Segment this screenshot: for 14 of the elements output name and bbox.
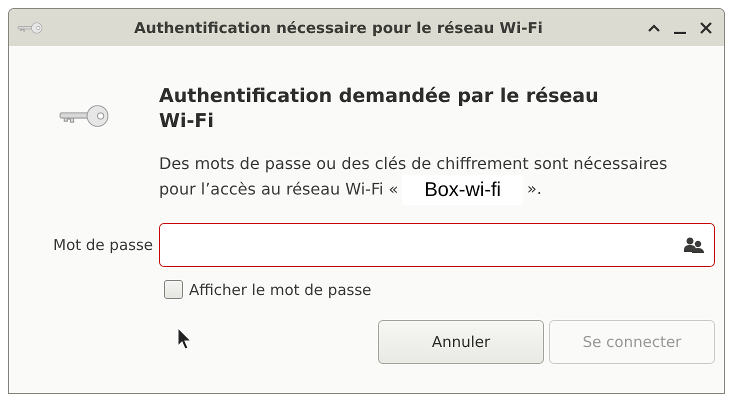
password-label: Mot de passe xyxy=(53,236,153,254)
cancel-button[interactable]: Annuler xyxy=(378,320,544,364)
show-password-label: Afficher le mot de passe xyxy=(189,280,372,298)
key-icon xyxy=(58,104,110,128)
show-password-checkbox[interactable] xyxy=(164,280,183,299)
password-field[interactable] xyxy=(159,223,715,267)
dialog-heading: Authentification demandée par le réseau Wi-Fi xyxy=(159,84,600,134)
close-icon[interactable] xyxy=(700,22,712,34)
description-text: Des mots de passe ou des clés de chiffrement sont nécessaires pour l’accès au réseau Wi-Fi « Box-wi-fi ». xyxy=(159,153,669,205)
window-title: Authentification nécessaire pour le réseau Wi-Fi xyxy=(133,18,544,36)
cursor-icon xyxy=(177,327,193,351)
key-icon xyxy=(17,22,43,34)
maximize-icon[interactable] xyxy=(648,24,660,32)
users-icon[interactable] xyxy=(684,236,704,254)
